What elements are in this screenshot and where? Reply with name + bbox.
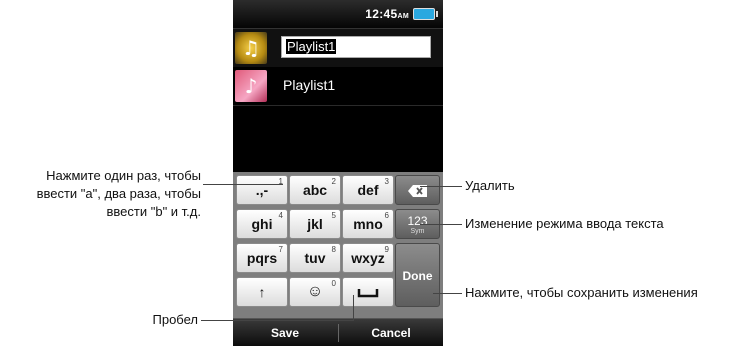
battery-icon (413, 8, 438, 20)
callout-done: Нажмите, чтобы сохранить изменения (465, 285, 698, 300)
callout-space-line-h (201, 320, 353, 321)
callout-done-line (433, 293, 462, 294)
softkey-bar: Save Cancel (233, 318, 443, 346)
key-9[interactable]: wxyz 9 (342, 243, 394, 273)
delete-button[interactable] (395, 175, 440, 205)
clock: 12:45AM (365, 7, 409, 21)
done-button[interactable]: Done (395, 243, 440, 307)
input-mode-label: 123 (407, 214, 428, 228)
shift-icon: ↑ (258, 284, 266, 300)
playlist-edit-row[interactable]: ♫ Playlist1 (233, 29, 443, 68)
callout-keypress-line (203, 184, 283, 185)
key-2[interactable]: abc 2 (289, 175, 341, 205)
music-note-icon: ♫ (235, 32, 267, 64)
key-8[interactable]: tuv 8 (289, 243, 341, 273)
key-4[interactable]: ghi 4 (236, 209, 288, 239)
callout-delete: Удалить (465, 178, 515, 193)
key-3[interactable]: def 3 (342, 175, 394, 205)
callout-mode: Изменение режима ввода текста (465, 216, 664, 231)
emoticon-key[interactable]: ☺ 0 (289, 277, 341, 307)
shift-key[interactable]: ↑ (236, 277, 288, 307)
callout-space: Пробел (152, 312, 199, 327)
key-5[interactable]: jkl 5 (289, 209, 341, 239)
input-mode-sublabel: Sym (410, 228, 425, 235)
cancel-button[interactable]: Cancel (339, 319, 443, 346)
playlist-item-label: Playlist1 (283, 77, 336, 93)
callout-mode-line (420, 224, 462, 225)
space-icon (357, 289, 379, 298)
album-art-icon: ♪ (235, 70, 267, 102)
playlist-item[interactable]: ♪ Playlist1 (233, 67, 443, 106)
playlist-name-input[interactable]: Playlist1 (281, 36, 431, 58)
key-6[interactable]: mno 6 (342, 209, 394, 239)
save-button[interactable]: Save (233, 319, 337, 346)
callout-keypress: Нажмите один раз, чтобы ввести "a", два … (36, 168, 201, 219)
on-screen-keypad: .,- 1 abc 2 def 3 ghi 4 jkl 5 mno 6 123 Sym pq… (233, 172, 443, 318)
callout-space-line-v (353, 295, 354, 321)
space-key[interactable] (342, 277, 394, 307)
smiley-icon: ☺ (306, 283, 324, 300)
status-bar: 12:45AM (233, 0, 443, 29)
phone-screen: 12:45AM ♫ Playlist1 ♪ Playlist1 .,- 1 abc… (233, 0, 443, 346)
callout-delete-line (420, 186, 462, 187)
key-1[interactable]: .,- 1 (236, 175, 288, 205)
key-7[interactable]: pqrs 7 (236, 243, 288, 273)
